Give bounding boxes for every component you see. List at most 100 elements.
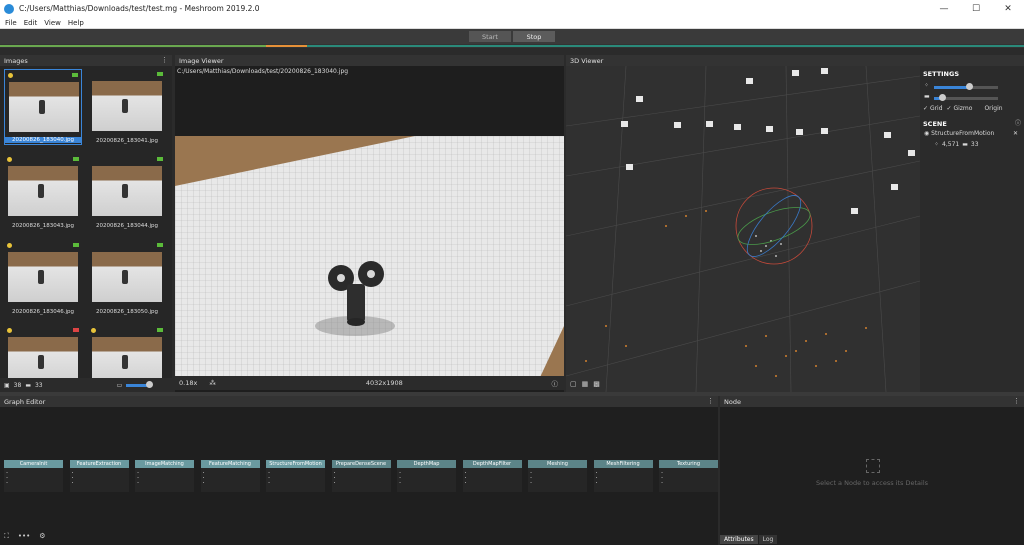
- node-port[interactable]: •: [203, 481, 205, 485]
- camera-scale-slider[interactable]: [934, 94, 998, 101]
- node-port[interactable]: •: [137, 476, 139, 480]
- graph-node[interactable]: CameraInit • • •: [4, 460, 63, 492]
- node-port[interactable]: •: [661, 471, 663, 475]
- node-port[interactable]: •: [137, 471, 139, 475]
- images-menu-icon[interactable]: ⋮: [161, 56, 168, 64]
- points-count: 4,571: [942, 141, 960, 148]
- node-port[interactable]: •: [530, 471, 532, 475]
- image-thumbnail[interactable]: 20200826_183043.jpg: [4, 154, 82, 230]
- node-port[interactable]: •: [72, 481, 74, 485]
- menu-view[interactable]: View: [44, 19, 61, 27]
- node-port[interactable]: •: [6, 481, 8, 485]
- graph-node[interactable]: PrepareDenseScene • • •: [331, 460, 391, 492]
- graph-node-title: StructureFromMotion: [266, 460, 325, 468]
- scene-info-icon[interactable]: ⓘ: [1015, 118, 1021, 127]
- close-button[interactable]: ✕: [992, 0, 1024, 17]
- scene-item[interactable]: ◉ StructureFromMotion ✕: [924, 130, 1020, 137]
- node-port[interactable]: •: [334, 471, 336, 475]
- node-port[interactable]: •: [661, 476, 663, 480]
- node-port[interactable]: •: [268, 471, 270, 475]
- transform-gizmo[interactable]: [734, 187, 815, 265]
- thumbnail-key: [38, 355, 44, 369]
- info-icon[interactable]: ⓘ: [552, 378, 559, 388]
- image-viewer[interactable]: C:/Users/Matthias/Downloads/test/2020082…: [175, 66, 564, 392]
- graph-node[interactable]: FeatureMatching • • •: [200, 460, 260, 492]
- features-icon[interactable]: ⁂: [209, 379, 216, 387]
- image-thumbnail[interactable]: [88, 325, 166, 378]
- reconstructed-icon: [157, 72, 163, 76]
- node-port[interactable]: •: [530, 476, 532, 480]
- minimize-button[interactable]: —: [928, 0, 960, 17]
- node-port[interactable]: •: [465, 481, 467, 485]
- node-port[interactable]: •: [268, 481, 270, 485]
- settings-gear-icon[interactable]: ⚙: [39, 532, 45, 541]
- thumbnail-size-slider[interactable]: [126, 380, 154, 388]
- thumbnail-size-knob[interactable]: [146, 380, 154, 388]
- graph-node[interactable]: Texturing • • •: [659, 460, 718, 492]
- more-icon[interactable]: •••: [18, 532, 30, 541]
- textured-view-icon[interactable]: ▩: [593, 380, 600, 388]
- node-port[interactable]: •: [334, 481, 336, 485]
- progress-done-segment: [0, 45, 267, 47]
- node-port[interactable]: •: [465, 471, 467, 475]
- menu-help[interactable]: Help: [68, 19, 84, 27]
- graph-node[interactable]: StructureFromMotion • • •: [266, 460, 325, 492]
- node-port[interactable]: •: [399, 476, 401, 480]
- menu-file[interactable]: File: [5, 19, 17, 27]
- graph-node[interactable]: Meshing • • •: [528, 460, 587, 492]
- node-menu-icon[interactable]: ⋮: [1013, 397, 1020, 405]
- thumbnail-key: [39, 100, 45, 114]
- node-port[interactable]: •: [72, 471, 74, 475]
- tab-log[interactable]: Log: [758, 535, 778, 544]
- image-thumbnail[interactable]: 20200826_183044.jpg: [88, 154, 166, 230]
- image-thumbnail[interactable]: [4, 325, 82, 378]
- image-thumbnail[interactable]: 20200826_183050.jpg: [88, 240, 166, 316]
- point-size-slider[interactable]: [934, 83, 998, 90]
- wireframe-view-icon[interactable]: ▢: [570, 380, 577, 388]
- images-footer: ▣ 38 ▬ 33 ▭: [0, 378, 172, 392]
- camera-scale-knob[interactable]: [938, 94, 946, 101]
- viewer3d-canvas[interactable]: ▢ ▦ ▩: [566, 66, 920, 392]
- node-port[interactable]: •: [6, 476, 8, 480]
- image-thumbnail[interactable]: 20200826_183040.jpg: [4, 69, 82, 145]
- node-port[interactable]: •: [6, 471, 8, 475]
- node-port[interactable]: •: [203, 471, 205, 475]
- tab-attributes[interactable]: Attributes: [720, 535, 758, 544]
- origin-button[interactable]: Origin: [984, 105, 1002, 112]
- stop-button[interactable]: Stop: [513, 31, 555, 42]
- graph-node[interactable]: ImageMatching • • •: [135, 460, 194, 492]
- graph-node[interactable]: MeshFiltering • • •: [593, 460, 653, 492]
- image-thumbnail[interactable]: 20200826_183041.jpg: [88, 69, 166, 145]
- camera-scale-icon: ▬: [924, 93, 930, 100]
- node-port[interactable]: •: [661, 481, 663, 485]
- node-port[interactable]: •: [399, 481, 401, 485]
- maximize-button[interactable]: ☐: [960, 0, 992, 17]
- node-port[interactable]: •: [137, 481, 139, 485]
- start-button[interactable]: Start: [469, 31, 511, 42]
- node-port[interactable]: •: [268, 476, 270, 480]
- graph-node[interactable]: DepthMap • • •: [397, 460, 456, 492]
- node-port[interactable]: •: [596, 481, 598, 485]
- solid-view-icon[interactable]: ▦: [582, 380, 589, 388]
- node-port[interactable]: •: [596, 476, 598, 480]
- image-thumbnail[interactable]: 20200826_183046.jpg: [4, 240, 82, 316]
- node-port[interactable]: •: [399, 471, 401, 475]
- graph-node[interactable]: FeatureExtraction • • •: [69, 460, 129, 492]
- node-port[interactable]: •: [72, 476, 74, 480]
- node-port[interactable]: •: [334, 476, 336, 480]
- white-points: [755, 235, 782, 257]
- node-port[interactable]: •: [465, 476, 467, 480]
- visibility-eye-icon[interactable]: ◉: [924, 130, 929, 137]
- menu-edit[interactable]: Edit: [24, 19, 38, 27]
- node-port[interactable]: •: [596, 471, 598, 475]
- graph-editor-canvas[interactable]: ⛶ ••• ⚙ CameraInit • • • FeatureExtraction • •…: [0, 407, 718, 545]
- node-port[interactable]: •: [530, 481, 532, 485]
- point-size-knob[interactable]: [966, 83, 974, 90]
- fit-view-icon[interactable]: ⛶: [4, 532, 9, 541]
- remove-scene-item-icon[interactable]: ✕: [1013, 130, 1018, 137]
- gizmo-checkbox[interactable]: ✓ Gizmo: [947, 105, 973, 112]
- graph-menu-icon[interactable]: ⋮: [707, 397, 714, 405]
- graph-node[interactable]: DepthMapFilter • • •: [462, 460, 522, 492]
- grid-checkbox[interactable]: ✓ Grid: [923, 105, 943, 112]
- node-port[interactable]: •: [203, 476, 205, 480]
